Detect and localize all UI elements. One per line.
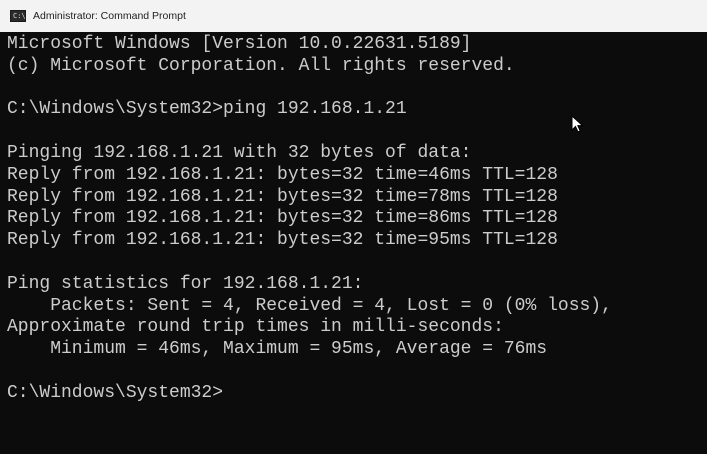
console-output[interactable]: Microsoft Windows [Version 10.0.22631.51… — [0, 34, 707, 454]
console-line: Ping statistics for 192.168.1.21: — [7, 273, 364, 294]
console-line: Packets: Sent = 4, Received = 4, Lost = … — [7, 295, 612, 316]
console-line: Microsoft Windows [Version 10.0.22631.51… — [7, 34, 472, 54]
console-line: Reply from 192.168.1.21: bytes=32 time=8… — [7, 208, 558, 229]
window-title: Administrator: Command Prompt — [33, 10, 186, 22]
arrow-cursor-icon — [571, 115, 584, 133]
command-prompt-icon: C:\ — [10, 10, 26, 22]
console-prompt-line[interactable]: C:\Windows\System32> — [7, 383, 707, 405]
command-prompt-icon-glyph: C:\ — [13, 12, 26, 20]
console-line: Pinging 192.168.1.21 with 32 bytes of da… — [7, 142, 472, 163]
command-prompt-window: C:\ Administrator: Command Prompt Micros… — [0, 0, 707, 454]
console-line: Approximate round trip times in milli-se… — [7, 317, 504, 338]
console-line: (c) Microsoft Corporation. All rights re… — [7, 55, 515, 76]
console-line: Reply from 192.168.1.21: bytes=32 time=9… — [7, 230, 558, 251]
console-line: Minimum = 46ms, Maximum = 95ms, Average … — [7, 339, 548, 360]
console-line: C:\Windows\System32>ping 192.168.1.21 — [7, 99, 407, 120]
console-line: Reply from 192.168.1.21: bytes=32 time=7… — [7, 186, 558, 207]
title-bar[interactable]: C:\ Administrator: Command Prompt — [0, 0, 707, 32]
console-line: Reply from 192.168.1.21: bytes=32 time=4… — [7, 164, 558, 185]
